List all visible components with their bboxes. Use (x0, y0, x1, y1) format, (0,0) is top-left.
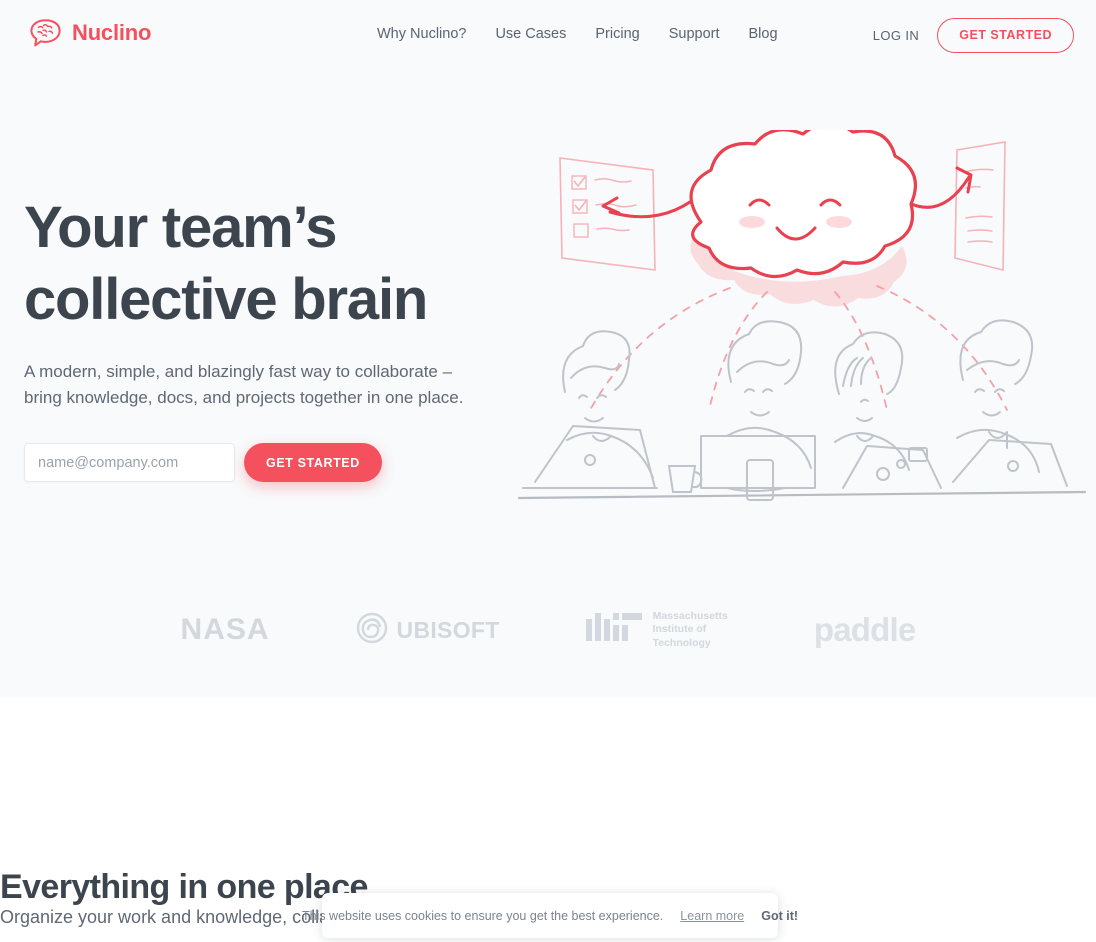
nav-item-support[interactable]: Support (669, 25, 720, 43)
nav-item-blog[interactable]: Blog (749, 25, 778, 43)
page-title: Your team’s collective brain (24, 192, 524, 336)
logo-link[interactable]: Nuclino (29, 18, 151, 48)
login-link[interactable]: LOG IN (873, 28, 919, 43)
ubisoft-wordmark: UBISOFT (396, 616, 500, 643)
cookie-message: This website uses cookies to ensure you … (301, 908, 664, 923)
client-logo-paddle: paddle (814, 611, 916, 649)
client-logo-mit: Massachusetts Institute of Technology (585, 610, 728, 651)
mit-name-line-2: Institute of (652, 623, 707, 636)
brain-speech-bubble-icon (29, 18, 63, 48)
nav-item-why-nuclino[interactable]: Why Nuclino? (377, 25, 466, 43)
header-get-started-button[interactable]: GET STARTED (937, 18, 1074, 53)
nav-item-use-cases[interactable]: Use Cases (495, 25, 566, 43)
hero-title-line-1: Your team’s (24, 195, 338, 260)
hero-title-line-2: collective brain (24, 267, 428, 332)
mit-name-line-3: Technology (652, 636, 711, 649)
client-logo-ubisoft: UBISOFT (356, 612, 500, 649)
cookie-learn-more-link[interactable]: Learn more (680, 909, 744, 923)
nav-item-pricing[interactable]: Pricing (595, 25, 639, 43)
site-header: Nuclino Why Nuclino? Use Cases Pricing S… (0, 0, 1096, 70)
hero-get-started-button[interactable]: GET STARTED (244, 443, 382, 482)
mit-name-text: Massachusetts Institute of Technology (653, 610, 728, 651)
logo-text: Nuclino (72, 20, 152, 45)
nasa-wordmark: NASA (180, 613, 270, 646)
main-nav: Why Nuclino? Use Cases Pricing Support B… (377, 25, 778, 43)
hero-content: Your team’s collective brain A modern, s… (24, 192, 524, 482)
header-actions: LOG IN GET STARTED (873, 18, 1074, 53)
paddle-wordmark: paddle (813, 611, 916, 648)
mit-name-line-1: Massachusetts (652, 609, 728, 622)
hero-subtitle-line-1: A modern, simple, and blazingly fast way… (24, 362, 453, 381)
ubisoft-swirl-icon (356, 612, 388, 649)
page-root: Nuclino Why Nuclino? Use Cases Pricing S… (0, 0, 1096, 942)
cookie-accept-button[interactable]: Got it! (761, 909, 798, 923)
email-input[interactable] (24, 443, 235, 482)
client-logo-strip: NASA UBISOFT Massachusetts Institute of … (0, 592, 1096, 668)
signup-form: GET STARTED (24, 443, 524, 482)
mit-bars-logo (585, 612, 642, 648)
hero-illustration (505, 121, 1096, 520)
cookie-consent-banner: This website uses cookies to ensure you … (302, 893, 798, 938)
hero-subtitle-line-2: bring knowledge, docs, and projects toge… (24, 388, 464, 407)
hero-subtitle: A modern, simple, and blazingly fast way… (24, 359, 484, 411)
client-logo-nasa: NASA (181, 613, 270, 647)
